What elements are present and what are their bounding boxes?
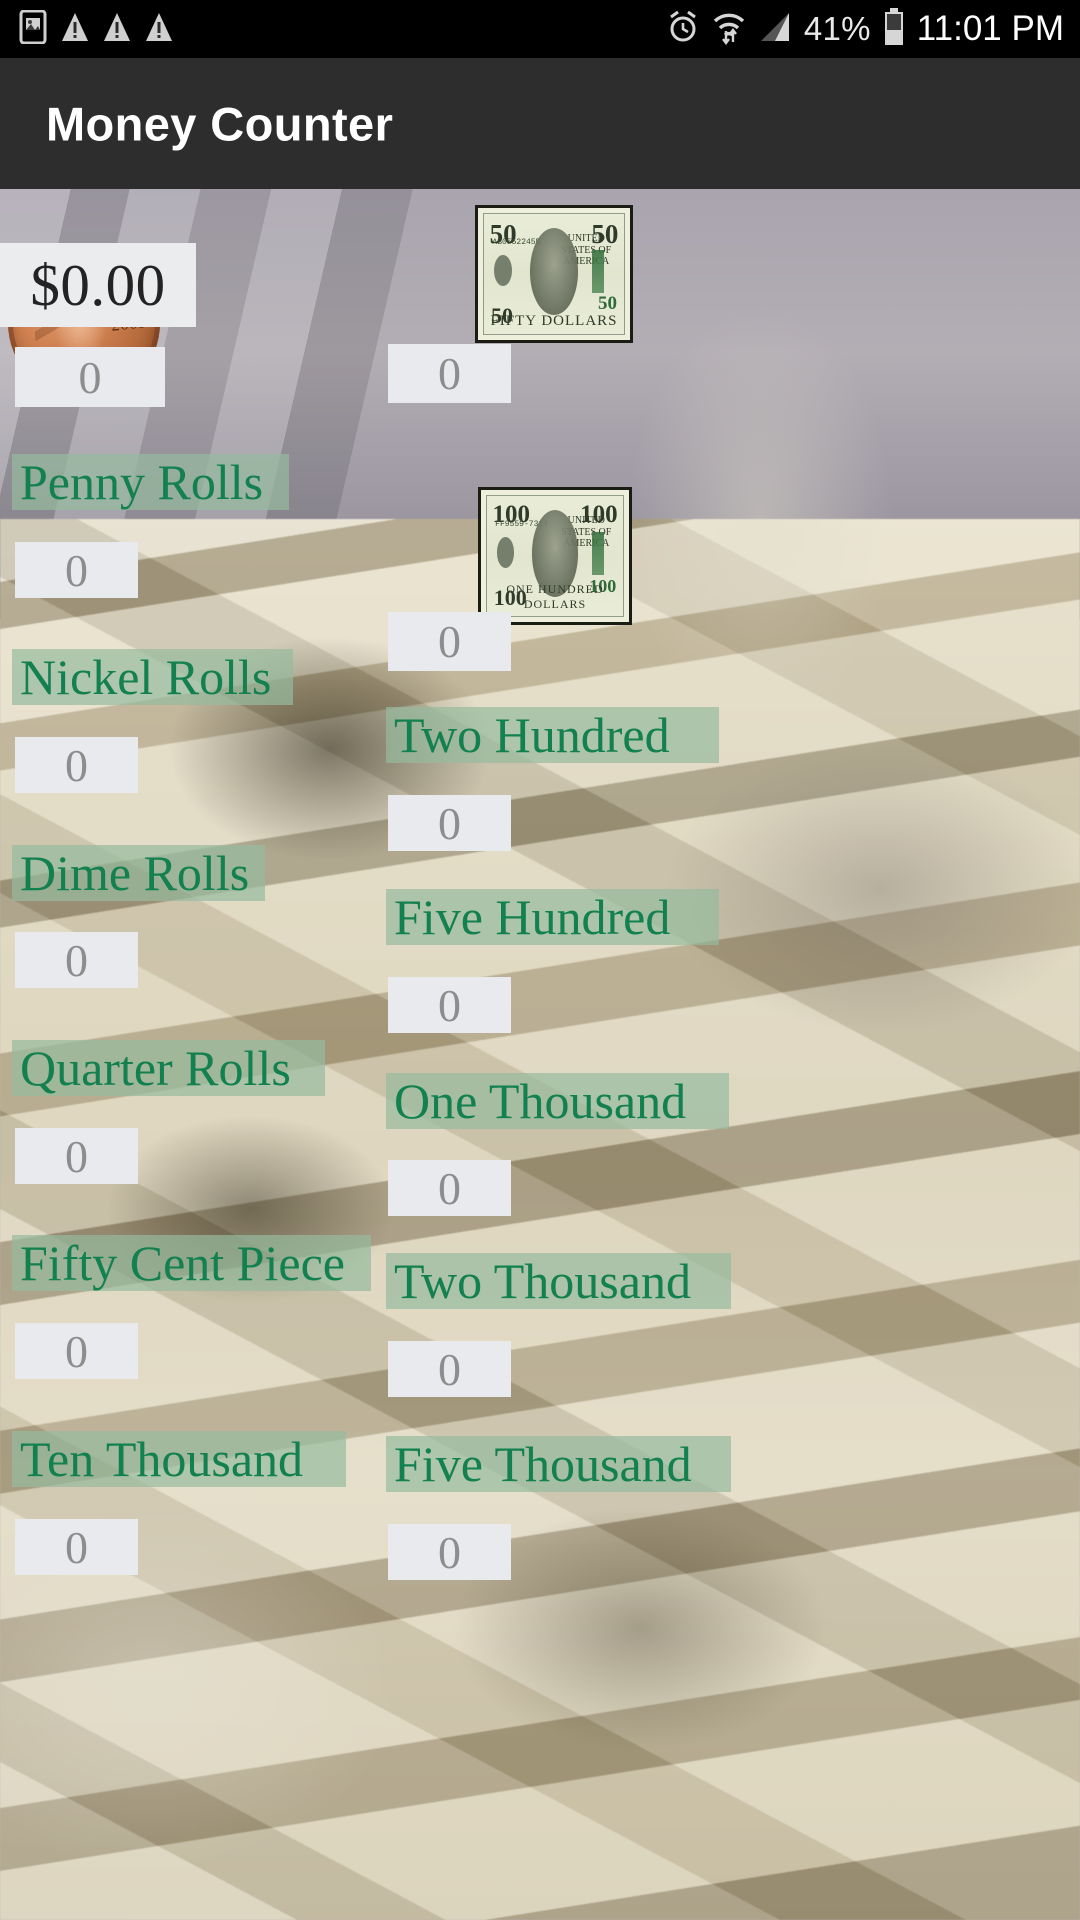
penny-rolls-input[interactable]: 0 [15,542,138,598]
penny-count-input[interactable]: 0 [15,347,165,407]
label-two-thousand: Two Thousand [386,1253,731,1309]
nickel-rolls-input[interactable]: 0 [15,737,138,793]
label-nickel-rolls: Nickel Rolls [12,649,293,705]
status-bar: 41% 11:01 PM [0,0,1080,58]
bill-denom-word: FIFTY DOLLARS [490,313,618,330]
quarter-rolls-input[interactable]: 0 [15,1128,138,1184]
bill-portrait-image [530,228,578,315]
bill-security-strip [591,250,605,294]
app-root: 41% 11:01 PM Money Counter 2005 $0.00 50… [0,0,1080,1920]
status-bar-left-icons [0,9,174,49]
fifty-dollar-input[interactable]: 0 [388,344,511,403]
bill-denom-word: ONE HUNDRED DOLLARS [506,582,604,612]
battery-percent-label: 41% [803,10,871,47]
battery-icon [883,7,905,51]
hundred-dollar-bill-image: 100 100 FF9559-7314 UNITED STATES OF AME… [478,487,632,625]
bill-seal-icon [493,254,512,286]
one-thousand-input[interactable]: 0 [388,1160,511,1216]
total-amount-field[interactable]: $0.00 [0,243,196,327]
label-five-hundred: Five Hundred [386,889,719,945]
page-title: Money Counter [46,97,394,150]
bill-serial-number: AB0552245B [492,238,541,247]
five-thousand-input[interactable]: 0 [388,1524,511,1580]
bill-denom-bottom-right: 50 [598,292,617,314]
label-penny-rolls: Penny Rolls [12,454,289,510]
label-ten-thousand: Ten Thousand [12,1431,346,1487]
bill-security-strip [591,532,604,576]
label-five-thousand: Five Thousand [386,1436,731,1492]
signal-bars-icon [758,10,792,49]
main-content: 2005 $0.00 50 50 AB0552245B UNITED STATE… [0,189,1080,1920]
alarm-clock-icon [666,9,700,50]
label-dime-rolls: Dime Rolls [12,845,265,901]
label-fifty-cent-piece: Fifty Cent Piece [12,1235,371,1291]
screenshot-icon [18,9,48,49]
warning-triangle-icon [102,11,132,48]
status-bar-right-icons: 41% 11:01 PM [666,7,1080,51]
five-hundred-input[interactable]: 0 [388,977,511,1033]
warning-triangle-icon [60,11,90,48]
fifty-cent-piece-input[interactable]: 0 [15,1323,138,1379]
two-thousand-input[interactable]: 0 [388,1341,511,1397]
label-two-hundred: Two Hundred [386,707,719,763]
label-quarter-rolls: Quarter Rolls [12,1040,325,1096]
bill-seal-icon [496,536,515,568]
fifty-dollar-bill-image: 50 50 AB0552245B UNITED STATES OF AMERIC… [475,205,633,343]
dime-rolls-input[interactable]: 0 [15,932,138,988]
clock-label: 11:01 PM [916,9,1064,48]
hundred-dollar-input[interactable]: 0 [388,612,511,671]
wifi-data-icon [712,9,746,50]
label-one-thousand: One Thousand [386,1073,729,1129]
two-hundred-input[interactable]: 0 [388,795,511,851]
warning-triangle-icon [144,11,174,48]
app-title-bar: Money Counter [0,58,1080,189]
ten-thousand-input[interactable]: 0 [15,1519,138,1575]
